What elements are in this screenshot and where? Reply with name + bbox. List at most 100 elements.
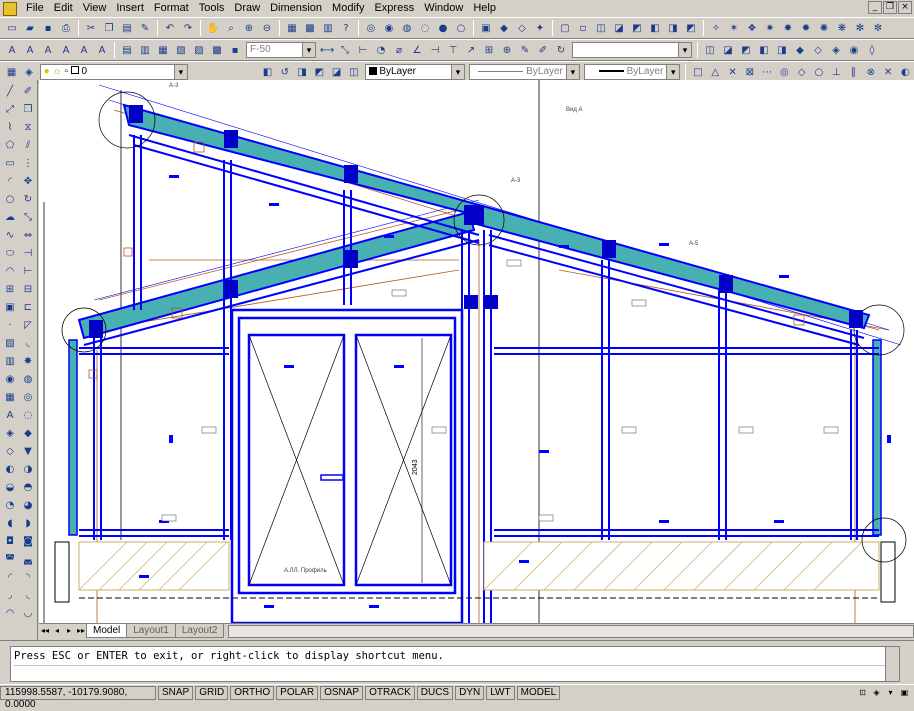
edit-text-icon[interactable]: A: [40, 42, 56, 58]
join-icon[interactable]: ⊏: [20, 300, 36, 316]
polyline-icon[interactable]: ⌇: [2, 120, 18, 136]
save-icon[interactable]: ▪: [40, 20, 56, 36]
osnap-parallel-icon[interactable]: ∥: [846, 64, 861, 80]
command-line[interactable]: Press ESC or ENTER to exit, or right-cli…: [10, 646, 900, 682]
rectangle-icon[interactable]: ▭: [2, 156, 18, 172]
menu-format[interactable]: Format: [149, 0, 194, 17]
command-scrollbar[interactable]: [885, 647, 899, 681]
point-icon[interactable]: ·: [2, 318, 18, 334]
erase-icon[interactable]: ✐: [20, 84, 36, 100]
paste-icon[interactable]: ▤: [119, 20, 135, 36]
close-icon[interactable]: ×: [898, 1, 912, 14]
restore-icon[interactable]: ❐: [883, 1, 897, 14]
match-properties-icon[interactable]: ✎: [137, 20, 153, 36]
view-icon[interactable]: ◨: [665, 20, 681, 36]
osnap-extension-icon[interactable]: ⋯: [759, 64, 774, 80]
spline-icon[interactable]: ∿: [2, 228, 18, 244]
osnap-endpoint-icon[interactable]: □: [690, 64, 705, 80]
gradient-icon[interactable]: ▥: [2, 354, 18, 370]
next-tab-arrow-icon[interactable]: ▸: [63, 625, 75, 637]
menu-help[interactable]: Help: [468, 0, 501, 17]
find-text-icon[interactable]: A: [58, 42, 74, 58]
ellipse-icon[interactable]: ⬭: [2, 246, 18, 262]
xline-icon[interactable]: ⤢: [2, 102, 18, 118]
tool-icon[interactable]: ◠: [2, 606, 18, 622]
zoom-icon[interactable]: ○: [453, 20, 469, 36]
help-icon[interactable]: ?: [338, 20, 354, 36]
tool-icon[interactable]: ❖: [744, 20, 760, 36]
explode-icon[interactable]: ✸: [20, 354, 36, 370]
region-icon[interactable]: ◉: [2, 372, 18, 388]
text-icon[interactable]: A: [4, 42, 20, 58]
tool-palettes-icon[interactable]: ▥: [320, 20, 336, 36]
tool-icon[interactable]: ◛: [20, 552, 36, 568]
open-folder-icon[interactable]: ▰: [22, 20, 38, 36]
arc-icon[interactable]: ◜: [2, 174, 18, 190]
color-combo[interactable]: ByLayer: [364, 64, 466, 80]
osnap-apparent-icon[interactable]: ⊠: [742, 64, 757, 80]
menu-dimension[interactable]: Dimension: [265, 0, 327, 17]
tool-icon[interactable]: ◖: [2, 516, 18, 532]
linetype-combo[interactable]: ByLayer: [469, 64, 580, 80]
design-center-icon[interactable]: ▩: [302, 20, 318, 36]
menu-tools[interactable]: Tools: [194, 0, 230, 17]
tool-icon[interactable]: ◝: [20, 570, 36, 586]
tool-icon[interactable]: ◊: [864, 42, 880, 58]
snap-toggle[interactable]: SNAP: [158, 685, 194, 700]
text-style-combo[interactable]: F-50: [246, 42, 316, 58]
tool-icon[interactable]: ◩: [738, 42, 754, 58]
dim-edit-icon[interactable]: ✎: [517, 42, 533, 58]
cut-icon[interactable]: ✂: [83, 20, 99, 36]
zoom-icon[interactable]: ◎: [363, 20, 379, 36]
prev-tab-arrow-icon[interactable]: ◂: [51, 625, 63, 637]
polygon-icon[interactable]: ⬠: [2, 138, 18, 154]
zoom-icon[interactable]: ●: [435, 20, 451, 36]
mtext-icon[interactable]: A: [2, 408, 18, 424]
tool-icon[interactable]: ▧: [173, 42, 189, 58]
ducs-toggle[interactable]: DUCS: [416, 685, 454, 700]
tool-icon[interactable]: ◆: [20, 426, 36, 442]
tool-icon[interactable]: ✼: [870, 20, 886, 36]
menu-view[interactable]: View: [78, 0, 112, 17]
comm-center-icon[interactable]: ◈: [871, 687, 882, 698]
tool-icon[interactable]: ✧: [708, 20, 724, 36]
tool-icon[interactable]: ▥: [137, 42, 153, 58]
dim-style-combo[interactable]: [572, 42, 692, 58]
leader-icon[interactable]: ↗: [463, 42, 479, 58]
osnap-center-icon[interactable]: ◎: [777, 64, 792, 80]
tool-icon[interactable]: ◟: [20, 588, 36, 604]
ortho-toggle[interactable]: ORTHO: [230, 685, 275, 700]
dim-continue-icon[interactable]: ⊤: [445, 42, 461, 58]
tool-icon[interactable]: ◪: [329, 64, 344, 80]
tool-icon[interactable]: ◈: [2, 426, 18, 442]
tool-icon[interactable]: ◎: [20, 390, 36, 406]
tool-icon[interactable]: ▪: [227, 42, 243, 58]
lock-icon[interactable]: ⊡: [857, 687, 868, 698]
model-toggle[interactable]: MODEL: [516, 685, 561, 700]
lineweight-combo[interactable]: ByLayer: [583, 64, 681, 80]
view-icon[interactable]: ▢: [557, 20, 573, 36]
tool-icon[interactable]: ◨: [774, 42, 790, 58]
text-style-icon[interactable]: A: [22, 42, 38, 58]
zoom-previous-icon[interactable]: ⊖: [259, 20, 275, 36]
tool-icon[interactable]: ▨: [191, 42, 207, 58]
osnap-midpoint-icon[interactable]: △: [708, 64, 723, 80]
tool-icon[interactable]: ◚: [2, 552, 18, 568]
view-icon[interactable]: ▫: [575, 20, 591, 36]
view-icon[interactable]: ◪: [611, 20, 627, 36]
tool-icon[interactable]: ◍: [20, 372, 36, 388]
view-icon[interactable]: ◫: [593, 20, 609, 36]
offset-icon[interactable]: ⫽: [20, 138, 36, 154]
tool-icon[interactable]: ▦: [155, 42, 171, 58]
zoom-icon[interactable]: ◉: [381, 20, 397, 36]
justify-text-icon[interactable]: A: [94, 42, 110, 58]
osnap-node-icon[interactable]: ⊗: [863, 64, 878, 80]
tool-icon[interactable]: ◑: [20, 462, 36, 478]
make-current-icon[interactable]: ◧: [260, 64, 275, 80]
tool-icon[interactable]: ◩: [312, 64, 327, 80]
tray-settings-icon[interactable]: ▾: [885, 687, 896, 698]
osnap-perpendicular-icon[interactable]: ⊥: [829, 64, 844, 80]
tool-icon[interactable]: ◇: [2, 444, 18, 460]
properties-icon[interactable]: ▦: [284, 20, 300, 36]
menu-modify[interactable]: Modify: [327, 0, 369, 17]
